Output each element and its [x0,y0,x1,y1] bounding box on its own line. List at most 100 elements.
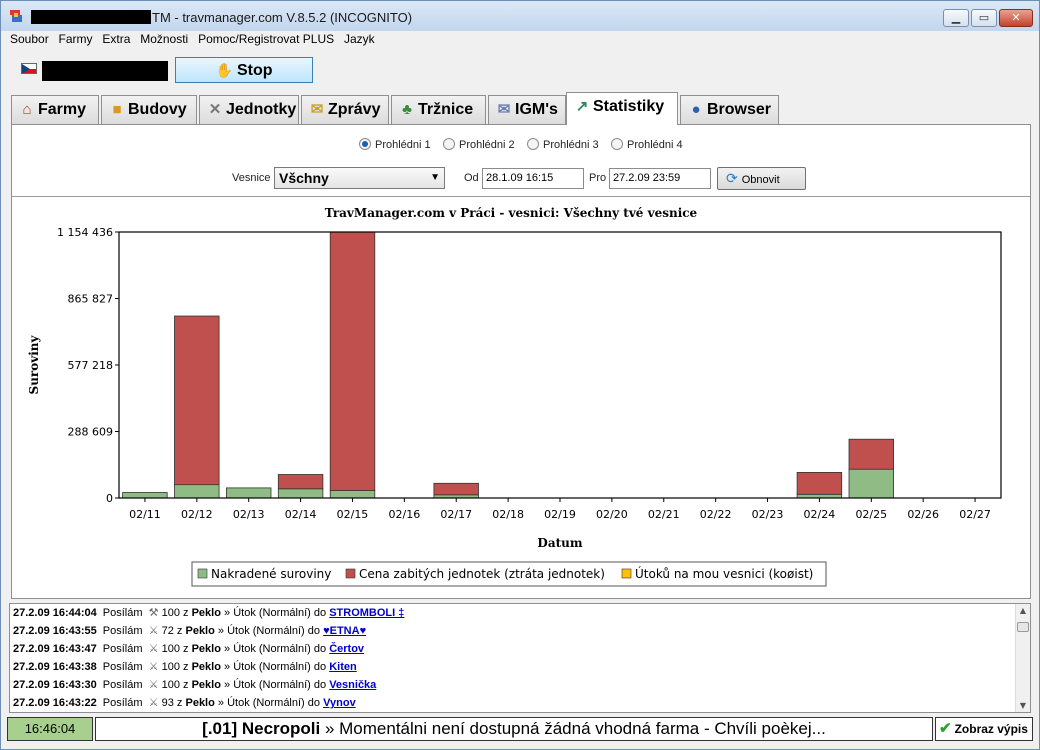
tab-statistiky[interactable]: ↗ Statistiky [566,92,678,125]
menu-farmy[interactable]: Farmy [56,31,96,48]
legend-swatch [621,568,632,579]
bar-02-14-series-0 [277,488,324,499]
log-arrow: » [224,607,231,619]
log-action: Posílám [102,661,143,673]
refresh-icon: ⟳ [726,170,738,186]
tab-label: Farmy [38,101,87,118]
tab-jednotky[interactable]: ✕ Jednotky [199,95,299,124]
chart-title: TravManager.com v Práci - vesnici: Všech… [325,206,698,220]
log-source: Peklo [191,643,221,655]
log-count: 100 [161,607,180,619]
log-target-link[interactable]: Vesnička [329,679,376,691]
x-tick-label: 02/17 [440,508,472,521]
village-select-value: Všchny [279,170,329,186]
log-to-word: do [313,607,327,619]
log-to-word: do [313,661,327,673]
log-target-link[interactable]: ♥ETNA♥ [323,625,366,637]
tab-bar: ⌂ Farmy ■ Budovy ✕ Jednotky ✉ Zprávy ♣ Tržnic… [11,92,1031,125]
title-bar[interactable]: TM - travmanager.com V.8.5.2 (INCOGNITO)… [1,1,1039,31]
log-from-word: z [183,643,189,655]
bar-02-15-series-0 [329,490,376,499]
view-option-1[interactable]: Prohlédni 1 [359,138,431,151]
menu-extra[interactable]: Extra [99,31,133,48]
maximize-button[interactable]: ▭ [971,9,997,27]
y-tick-label: 577 218 [68,359,114,372]
menu-jazyk[interactable]: Jazyk [341,31,378,48]
status-bar: 16:46:04 [.01] Necropoli » Momentálni ne… [7,717,1033,743]
log-source: Peklo [191,607,221,619]
scroll-down-icon[interactable]: ▼ [1016,699,1030,712]
hand-icon: ✋ [215,62,233,78]
x-tick-label: 02/26 [907,508,939,521]
log-action: Posílám [102,643,143,655]
buildings-icon: ■ [112,101,122,118]
bar-02-25-series-1 [848,438,894,470]
menu-soubor[interactable]: Soubor [7,31,52,48]
menu-pomoc[interactable]: Pomoc/Registrovat PLUS [195,31,337,48]
log-arrow: » [224,643,231,655]
status-text: » Momentálni není dostupná žádná vhodná … [320,719,826,738]
x-tick-label: 02/18 [492,508,524,521]
tab-budovy[interactable]: ■ Budovy [101,95,197,124]
y-tick-label: 0 [106,492,113,505]
scroll-up-icon[interactable]: ▲ [1016,604,1030,617]
x-tick-label: 02/23 [752,508,784,521]
x-tick-label: 02/21 [648,508,680,521]
x-tick-label: 02/27 [959,508,991,521]
view-option-4[interactable]: Prohlédni 4 [611,138,683,151]
status-message: [.01] Necropoli » Momentálni není dostup… [95,717,933,741]
activity-log[interactable]: 27.2.09 16:44:04 Posílám ⚒ 100 z Peklo » Ú… [9,603,1031,713]
menu-moznosti[interactable]: Možnosti [137,31,191,48]
y-axis-label: Suroviny [27,335,41,395]
axe-icon: ⚔ [148,679,159,691]
view-option-label: Prohlédni 3 [543,139,599,151]
log-target-link[interactable]: Kiten [329,661,357,673]
log-row: 27.2.09 16:44:04 Posílám ⚒ 100 z Peklo » Ú… [13,604,404,622]
x-tick-label: 02/13 [233,508,265,521]
app-window: TM - travmanager.com V.8.5.2 (INCOGNITO)… [0,0,1040,750]
radio-unselected [527,138,539,150]
village-select[interactable]: Všchny ▼ [274,167,445,189]
stop-button[interactable]: ✋ Stop [175,57,313,83]
tab-trznice[interactable]: ♣ Tržnice [391,95,486,124]
tab-zpravy[interactable]: ✉ Zprávy [301,95,389,124]
show-log-button[interactable]: ✔ Zobraz výpis [935,717,1033,741]
radio-selected [359,138,371,150]
log-count: 100 [161,679,180,691]
refresh-button[interactable]: ⟳ Obnovit [717,167,806,190]
x-tick-label: 02/22 [700,508,732,521]
log-arrow: » [217,697,225,709]
log-arrow: » [224,661,231,673]
log-from-word: z [176,697,183,709]
x-tick-label: 02/12 [181,508,213,521]
log-kind: Útok (Normální) [233,679,311,691]
to-date-field[interactable]: 27.2.09 23:59 [609,168,711,189]
log-target-link[interactable]: Čertov [329,643,364,655]
view-option-2[interactable]: Prohlédni 2 [443,138,515,151]
log-scrollbar[interactable]: ▲ ▼ [1015,604,1030,712]
bar-02-24-series-1 [796,471,843,495]
log-to-word: do [313,643,327,655]
axe-icon: ⚔ [148,697,159,709]
minimize-button[interactable]: ▁ [943,9,969,27]
tab-browser[interactable]: ● Browser [680,95,779,124]
tab-igms[interactable]: ✉ IGM's [488,95,566,124]
radio-unselected [611,138,623,150]
log-time: 27.2.09 16:43:30 [13,679,97,691]
from-label: Od [464,172,479,184]
axe-icon: ⚔ [148,625,159,637]
log-target-link[interactable]: STROMBOLI ‡ [329,607,404,619]
stop-label: Stop [236,62,273,79]
scroll-thumb[interactable] [1017,622,1029,632]
close-button[interactable]: ✕ [999,9,1033,27]
view-option-3[interactable]: Prohlédni 3 [527,138,599,151]
redacted-title-block [31,10,151,24]
chart-panel: TravManager.com v Práci - vesnici: Všech… [12,196,1030,594]
log-target-link[interactable]: Vynov [323,697,356,709]
log-kind: Útok (Normální) [233,607,311,619]
bar-02-12-series-0 [174,484,220,499]
menu-bar: Soubor Farmy Extra Možnosti Pomoc/Regist… [7,31,1033,49]
from-date-field[interactable]: 28.1.09 16:15 [482,168,584,189]
tab-farmy[interactable]: ⌂ Farmy [11,95,99,124]
log-kind: Útok (Normální) [233,643,311,655]
